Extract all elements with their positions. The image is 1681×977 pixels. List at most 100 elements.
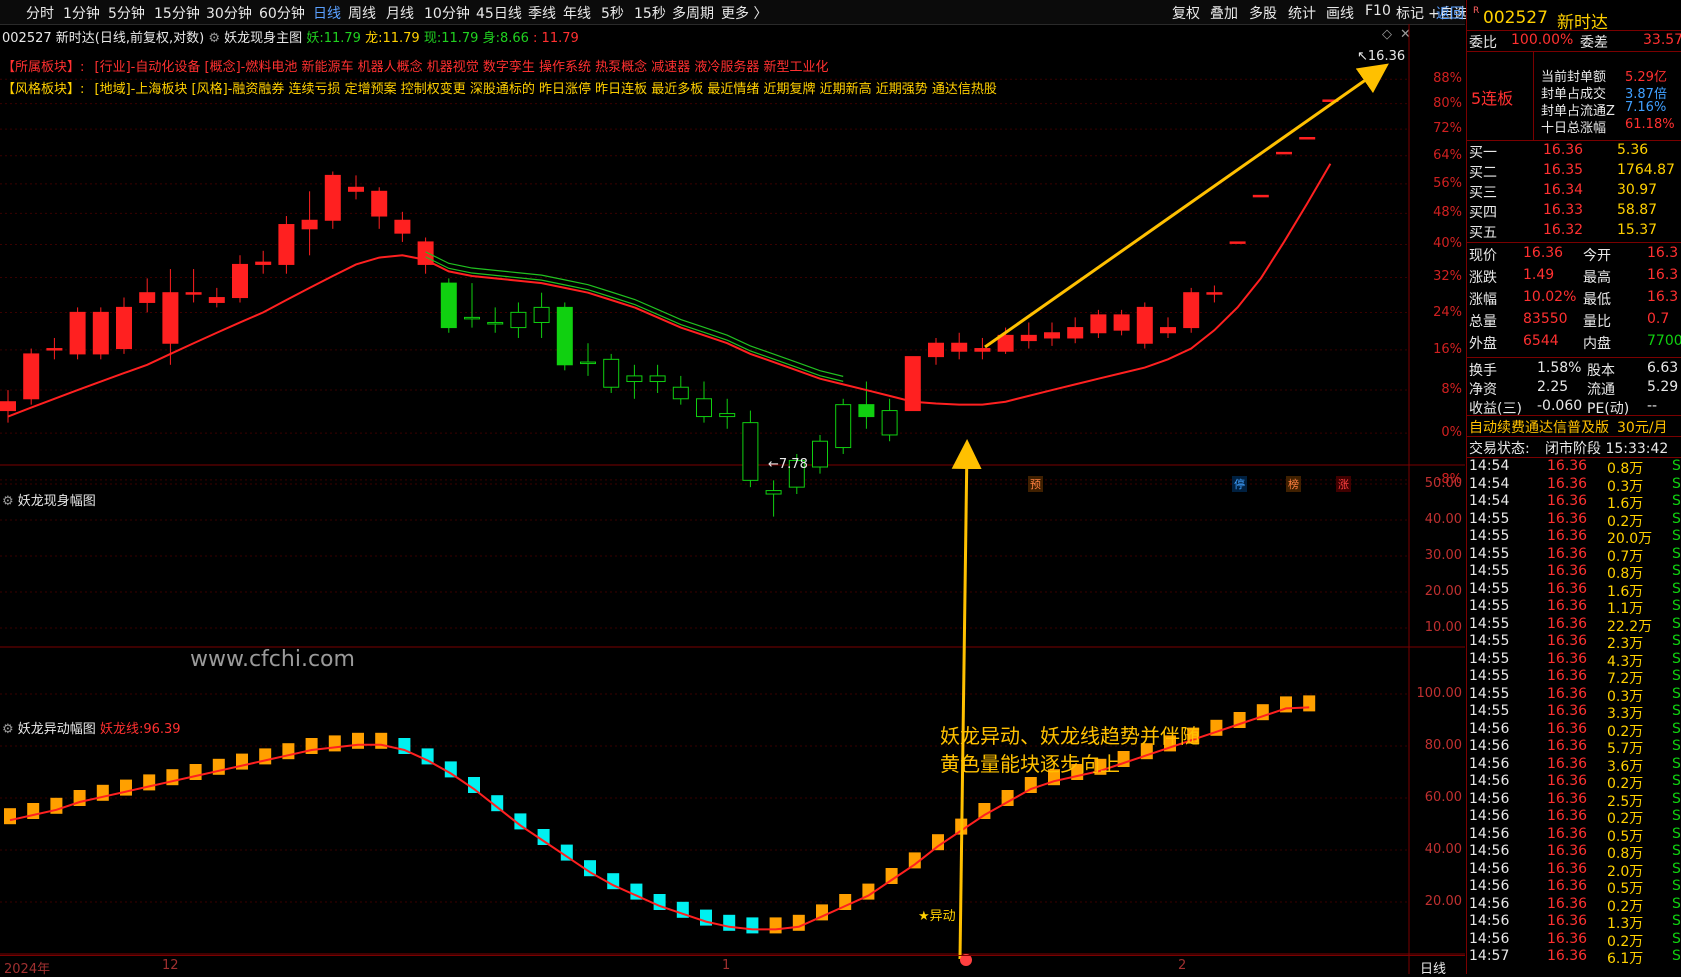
watermark: www.cfchi.com bbox=[190, 647, 355, 672]
panel3-settings-icon[interactable]: ⚙ bbox=[2, 722, 14, 737]
tick-time: 14:55 bbox=[1469, 703, 1510, 719]
f10-button[interactable]: F10 bbox=[1365, 3, 1391, 19]
panel2-title[interactable]: 妖龙现身幅图 bbox=[18, 494, 96, 509]
tick-row: 14:56 16.36 2.5万 S bbox=[1467, 791, 1681, 810]
panel3-title[interactable]: 妖龙异动幅图 bbox=[18, 722, 96, 737]
panel2-settings-icon[interactable]: ⚙ bbox=[2, 494, 14, 509]
bid-label: 买四 bbox=[1469, 205, 1497, 221]
candle-body bbox=[278, 224, 295, 265]
tick-price: 16.36 bbox=[1547, 860, 1588, 877]
period-tab-more[interactable]: 更多 〉 bbox=[721, 3, 767, 23]
candle-body bbox=[928, 342, 944, 358]
tick-time: 14:56 bbox=[1469, 930, 1510, 947]
stat-row: 涨幅 10.02% 最低 16.3 bbox=[1467, 288, 1681, 308]
promo-row[interactable]: 自动续费通达信普及版 30元/月 bbox=[1467, 416, 1681, 436]
mark-button[interactable]: 标记 bbox=[1396, 3, 1424, 23]
period-tab[interactable]: 45日线 bbox=[476, 3, 522, 23]
panel3-header: ⚙ 妖龙异动幅图 妖龙线:96.39 bbox=[2, 718, 181, 737]
tick-price: 16.36 bbox=[1547, 528, 1588, 544]
tick-side: S bbox=[1672, 808, 1681, 824]
annotation-line2: 黄色量能块逐步向上 bbox=[940, 752, 1120, 776]
period-tab[interactable]: 5分钟 bbox=[108, 3, 145, 23]
bid-volume: 58.87 bbox=[1617, 202, 1658, 218]
multi-stock-button[interactable]: 多股 bbox=[1249, 3, 1277, 23]
period-tab[interactable]: 周线 bbox=[348, 3, 376, 23]
back-button[interactable]: 返回 bbox=[1436, 3, 1464, 23]
high-price-label: ↖16.36 bbox=[1357, 49, 1406, 64]
x-period[interactable]: 日线 bbox=[1420, 958, 1446, 977]
statistics-button[interactable]: 统计 bbox=[1288, 3, 1316, 23]
period-toolbar: 分时 1分钟 5分钟 15分钟 30分钟 60分钟 日线 周线 月线 10分钟 … bbox=[0, 0, 1468, 25]
tick-price: 16.36 bbox=[1547, 458, 1588, 474]
stat-label: 涨跌 bbox=[1469, 270, 1497, 286]
tick-row: 14:56 16.36 0.2万 S bbox=[1467, 808, 1681, 827]
stat-value: 16.3 bbox=[1647, 289, 1679, 305]
period-tab-active[interactable]: 日线 bbox=[313, 3, 341, 23]
axis-tick-label: 30.00 bbox=[1424, 548, 1462, 563]
stat-label: 净资 bbox=[1469, 382, 1497, 398]
tick-row: 14:55 16.36 7.2万 S bbox=[1467, 668, 1681, 687]
tick-time: 14:56 bbox=[1469, 720, 1510, 737]
badge-zhang[interactable]: 涨 bbox=[1336, 476, 1351, 492]
period-tab[interactable]: 1分钟 bbox=[63, 3, 100, 23]
bid-row: 买三 16.34 30.97 bbox=[1467, 181, 1681, 201]
stat-value: 16.3 bbox=[1647, 245, 1679, 261]
tick-time: 14:57 bbox=[1469, 948, 1510, 964]
axis-tick-label: 32% bbox=[1433, 269, 1462, 285]
tick-side: S bbox=[1672, 720, 1681, 737]
tick-time: 14:55 bbox=[1469, 668, 1510, 684]
period-tab[interactable]: 15分钟 bbox=[154, 3, 200, 23]
overlay-button[interactable]: 叠加 bbox=[1210, 3, 1238, 23]
yaolong-block bbox=[769, 917, 782, 934]
tick-price: 16.36 bbox=[1547, 930, 1588, 947]
badge-bang[interactable]: 榜 bbox=[1286, 476, 1301, 492]
period-tab[interactable]: 10分钟 bbox=[424, 3, 470, 23]
period-tab[interactable]: 15秒 bbox=[634, 3, 666, 23]
period-tab[interactable]: 分时 bbox=[26, 3, 54, 23]
axis-tick-label: 50.00 bbox=[1424, 476, 1462, 491]
tick-price: 16.36 bbox=[1547, 510, 1588, 527]
period-tab[interactable]: 月线 bbox=[386, 3, 414, 23]
tick-price: 16.36 bbox=[1547, 598, 1588, 614]
ma-green-line bbox=[425, 256, 844, 382]
axis-tick-label: 10.00 bbox=[1424, 620, 1462, 635]
axis-tick-label: 20.00 bbox=[1424, 584, 1462, 599]
period-tab[interactable]: 60分钟 bbox=[259, 3, 305, 23]
signal-arrow bbox=[951, 439, 982, 960]
tick-time: 14:54 bbox=[1469, 458, 1510, 474]
period-tab[interactable]: 多周期 bbox=[672, 3, 714, 23]
tick-row: 14:55 16.36 22.2万 S bbox=[1467, 615, 1681, 635]
fuquan-button[interactable]: 复权 bbox=[1172, 3, 1200, 23]
axis-tick-label: 8% bbox=[1441, 381, 1462, 397]
tick-time: 14:55 bbox=[1469, 615, 1510, 632]
tick-row: 14:56 16.36 3.6万 S bbox=[1467, 756, 1681, 775]
badge-ting[interactable]: 停 bbox=[1232, 476, 1247, 492]
period-tab[interactable]: 30分钟 bbox=[206, 3, 252, 23]
bid-price: 16.32 bbox=[1543, 222, 1584, 238]
stat-label: 最低 bbox=[1583, 292, 1611, 308]
tick-time: 14:55 bbox=[1469, 580, 1510, 597]
panel3-line-label: 妖龙线: bbox=[99, 722, 144, 737]
tick-row: 14:56 16.36 1.3万 S bbox=[1467, 913, 1681, 932]
stat-label: 最高 bbox=[1583, 270, 1611, 286]
stat-label: 换手 bbox=[1469, 363, 1497, 379]
period-tab[interactable]: 季线 bbox=[528, 3, 556, 23]
tick-side: S bbox=[1672, 545, 1681, 562]
axis-tick-label: 40.00 bbox=[1424, 512, 1462, 527]
quote-code: 002527 bbox=[1483, 8, 1548, 28]
candle-body bbox=[1299, 137, 1316, 140]
period-tab[interactable]: 5秒 bbox=[601, 3, 624, 23]
candle-body bbox=[1206, 292, 1223, 295]
tick-side: S bbox=[1672, 650, 1681, 667]
badge-yu[interactable]: 预 bbox=[1028, 476, 1043, 492]
draw-line-button[interactable]: 画线 bbox=[1326, 3, 1354, 23]
quote-panel: R 002527 新时达 委比 100.00% 委差 33.57 5连板 当前封… bbox=[1466, 0, 1681, 974]
axis-tick-label: 88% bbox=[1433, 71, 1462, 87]
chart-canvas[interactable] bbox=[0, 24, 1465, 974]
axis-tick-label: 80.00 bbox=[1424, 738, 1462, 753]
tick-side: S bbox=[1672, 913, 1681, 929]
tick-time: 14:56 bbox=[1469, 773, 1510, 789]
axis-tick-label: 48% bbox=[1433, 205, 1462, 221]
period-tab[interactable]: 年线 bbox=[563, 3, 591, 23]
tick-price: 16.36 bbox=[1547, 650, 1588, 667]
